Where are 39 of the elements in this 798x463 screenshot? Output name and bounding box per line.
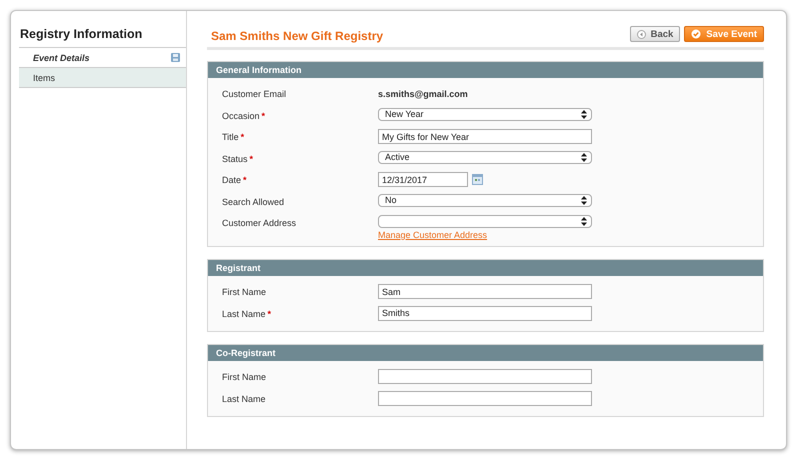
select-field[interactable]: Active	[378, 150, 592, 164]
text-field[interactable]	[378, 390, 592, 406]
sidebar-tab[interactable]: Items	[19, 68, 186, 88]
section-header: Registrant	[208, 260, 763, 276]
required-mark: *	[262, 110, 266, 120]
field-label: Occasion	[222, 110, 260, 120]
field-label: First Name	[222, 287, 266, 297]
field-label: Date	[222, 175, 242, 185]
date-field[interactable]: 12/31/2017	[378, 172, 468, 187]
field-value: s.smiths@gmail.com	[378, 88, 468, 99]
required-mark: *	[268, 308, 272, 318]
field-label: Customer Email	[222, 89, 286, 99]
calendar-icon[interactable]	[472, 174, 483, 185]
check-icon	[691, 29, 702, 39]
field-label: Title	[222, 132, 239, 142]
page-title: Sam Smiths New Gift Registry	[210, 28, 384, 43]
dropdown-arrows-icon	[581, 152, 587, 162]
field-label: Customer Address	[222, 218, 296, 228]
dropdown-arrows-icon	[581, 110, 587, 118]
field-label: Status	[222, 154, 248, 164]
text-field[interactable]	[378, 369, 592, 384]
text-field[interactable]: Sam	[378, 284, 592, 299]
dropdown-arrows-icon	[581, 196, 587, 204]
select-field[interactable]: New Year	[378, 108, 592, 120]
select-field[interactable]	[378, 215, 592, 228]
action-button[interactable]: Back	[630, 26, 680, 42]
field-label: Last Name	[222, 394, 266, 404]
required-mark: *	[250, 154, 254, 164]
required-mark: *	[243, 175, 247, 185]
field-label: Search Allowed	[222, 196, 284, 206]
required-mark: *	[240, 132, 244, 142]
select-field[interactable]: No	[378, 194, 592, 206]
text-field[interactable]: Smiths	[378, 306, 592, 320]
dropdown-arrows-icon	[581, 217, 587, 226]
field-label: Last Name	[222, 308, 266, 318]
section-header: Co-Registrant	[208, 345, 763, 361]
text-field[interactable]: My Gifts for New Year	[378, 129, 592, 144]
section-header: General Information	[208, 62, 763, 78]
field-label: First Name	[222, 372, 266, 382]
